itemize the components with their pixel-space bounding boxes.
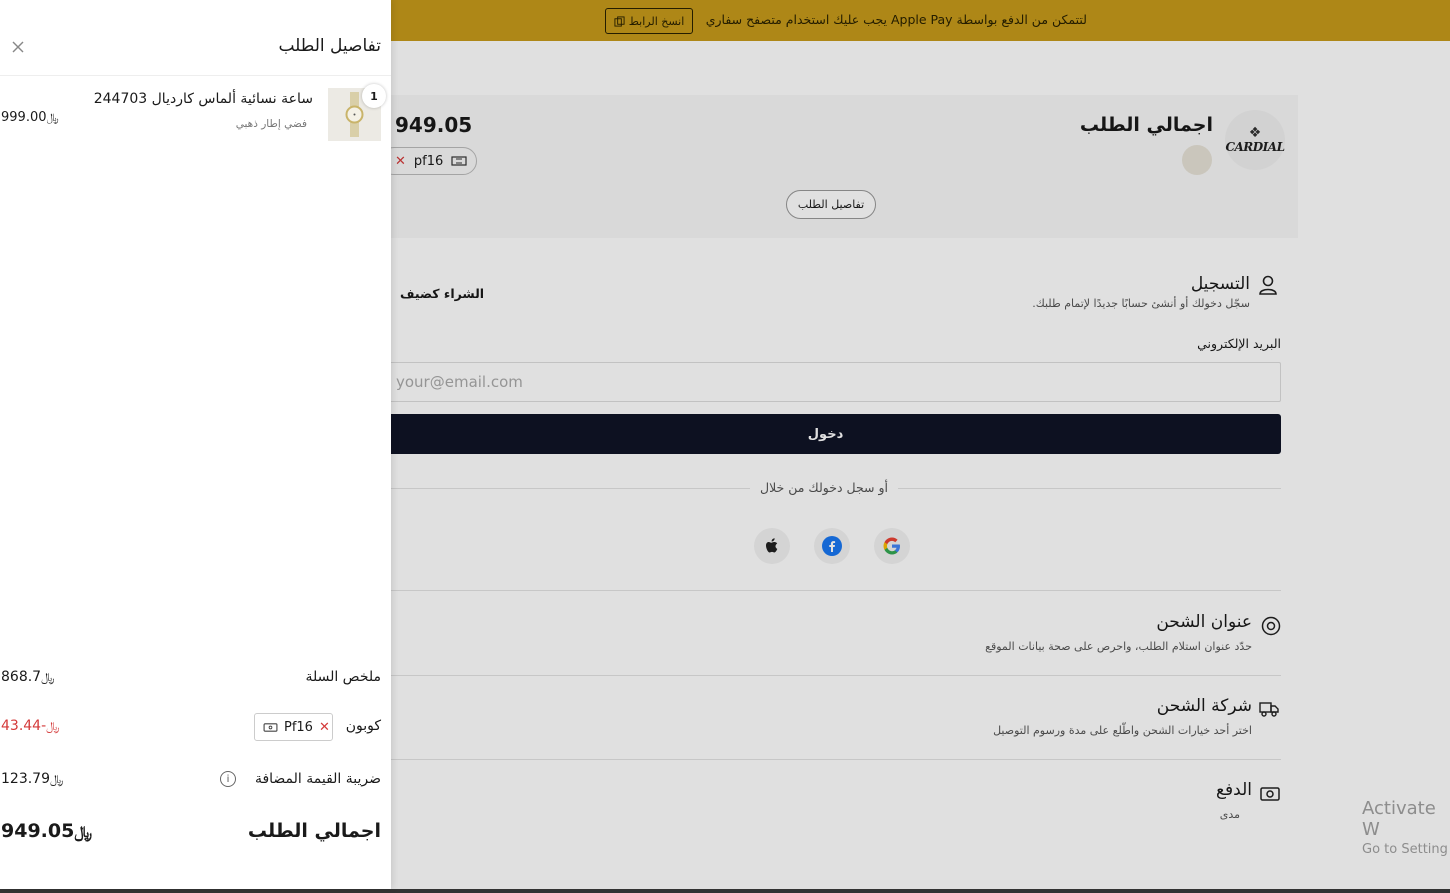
order-total-value: ﷼949.05	[1, 820, 92, 842]
watermark-line-1: Activate W	[1362, 798, 1436, 840]
order-total-amount: 949.05	[1, 820, 75, 842]
coupon-chip: Pf16 ✕	[254, 713, 333, 741]
close-icon[interactable]	[10, 39, 26, 55]
cart-summary-value: ﷼868.7	[1, 669, 54, 685]
drawer-title: تفاصيل الطلب	[278, 36, 381, 56]
vat-amount: 123.79	[1, 771, 50, 787]
coupon-discount: ﷼-43.44	[1, 718, 59, 734]
coupon-label: كوبون	[345, 718, 381, 734]
cart-summary-label: ملخص السلة	[305, 669, 381, 685]
watermark-line-2: Go to Setting	[1362, 842, 1448, 857]
drawer-header: تفاصيل الطلب	[0, 0, 391, 76]
currency-symbol: ﷼	[74, 822, 93, 841]
quantity-badge: 1	[362, 84, 386, 108]
order-details-drawer: تفاصيل الطلب 1 ساعة نسائية ألماس كارديال…	[0, 0, 391, 889]
product-name: ساعة نسائية ألماس كارديال 244703	[93, 91, 313, 107]
product-variant: فضي إطار ذهبي	[235, 118, 307, 130]
currency-symbol: ﷼	[41, 670, 55, 684]
coupon-code: Pf16	[284, 719, 313, 735]
windows-activation-watermark: Activate W Go to Setting	[1362, 798, 1450, 857]
currency-symbol: ﷼	[50, 772, 64, 786]
ticket-icon	[263, 722, 278, 732]
vat-value: ﷼123.79	[1, 771, 63, 787]
taskbar-edge	[0, 889, 1450, 893]
vat-label: ضريبة القيمة المضافة	[254, 771, 381, 787]
order-total-label: اجمالي الطلب	[247, 820, 381, 842]
cart-summary-amount: 868.7	[1, 669, 42, 685]
info-icon[interactable]: i	[220, 771, 236, 787]
coupon-discount-amount: -43.44	[1, 718, 47, 734]
product-price: ﷼999.00	[1, 110, 59, 125]
remove-coupon-icon[interactable]: ✕	[319, 720, 330, 735]
product-price-value: 999.00	[1, 110, 47, 125]
currency-symbol: ﷼	[46, 111, 59, 124]
currency-symbol: ﷼	[46, 719, 60, 733]
